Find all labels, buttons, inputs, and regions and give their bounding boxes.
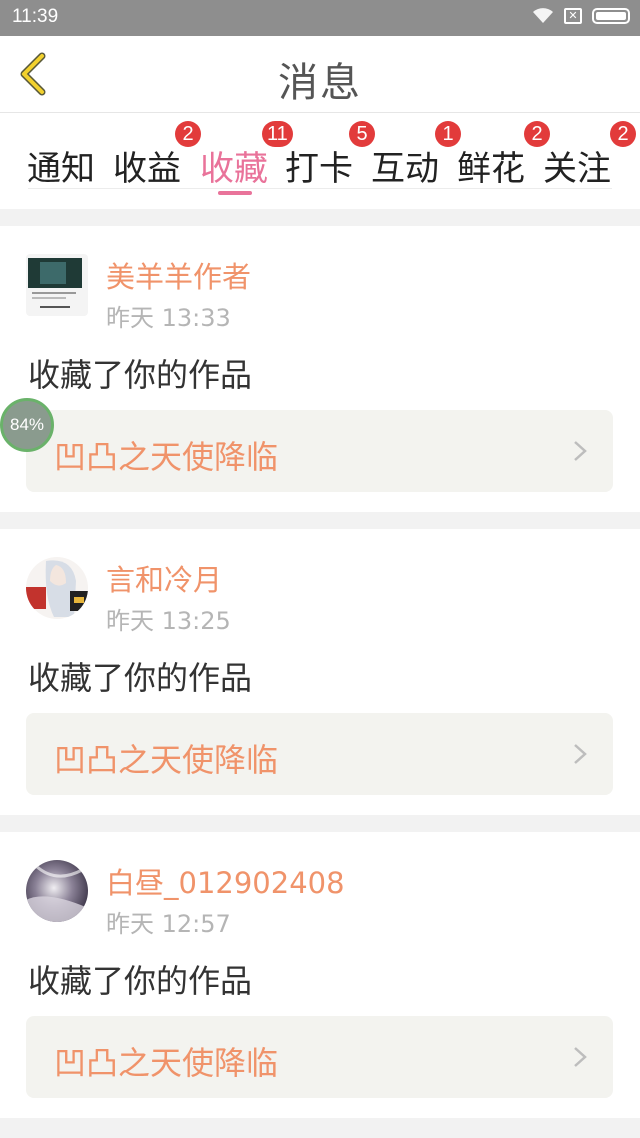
tab-label: 鲜花 [457, 149, 525, 189]
message-time: 昨天 13:25 [106, 607, 231, 635]
battery-icon [592, 8, 630, 24]
chevron-right-icon [574, 1047, 587, 1067]
work-title: 凹凸之天使降临 [54, 741, 279, 779]
tab-label: 收益 [113, 149, 181, 189]
message-card: 言和冷月 昨天 13:25 收藏了你的作品 凹凸之天使降临 [0, 529, 640, 815]
tab-badge: 2 [610, 121, 636, 147]
tab-label: 打卡 [285, 149, 353, 189]
status-time: 11:39 [12, 6, 59, 27]
message-card: 白昼_012902408 昨天 12:57 收藏了你的作品 凹凸之天使降临 [0, 832, 640, 1118]
work-title: 凹凸之天使降临 [54, 438, 279, 476]
chevron-right-icon [574, 441, 587, 461]
message-text: 收藏了你的作品 [28, 659, 253, 697]
status-bar: 11:39 ✕ [0, 0, 640, 36]
work-title: 凹凸之天使降临 [54, 1044, 279, 1082]
tab-label: 关注 [543, 149, 611, 189]
message-card: 美羊羊作者 昨天 13:33 收藏了你的作品 凹凸之天使降临 [0, 226, 640, 512]
work-link[interactable]: 凹凸之天使降临 [26, 1016, 613, 1098]
message-time: 昨天 13:33 [106, 304, 231, 332]
work-link[interactable]: 凹凸之天使降临 [26, 713, 613, 795]
tab-badge: 2 [175, 121, 201, 147]
message-text: 收藏了你的作品 [28, 962, 253, 1000]
message-time: 昨天 12:57 [106, 910, 231, 938]
tab-label: 收藏 [200, 149, 268, 189]
no-sim-icon: ✕ [564, 8, 582, 24]
top-bar: 消息 [0, 36, 640, 113]
user-avatar[interactable] [26, 860, 88, 922]
chevron-right-icon [574, 744, 587, 764]
category-tabs: 通知 收益 2 收藏 11 打卡 5 互动 1 鲜花 2 关注 2 [0, 113, 640, 209]
message-text: 收藏了你的作品 [28, 356, 253, 394]
user-name[interactable]: 白昼_012902408 [106, 860, 345, 902]
floating-speed-indicator[interactable]: 84% [0, 398, 54, 452]
user-name[interactable]: 美羊羊作者 [106, 254, 251, 296]
tab-label: 通知 [27, 149, 95, 189]
work-link[interactable]: 凹凸之天使降临 [26, 410, 613, 492]
page-title: 消息 [278, 60, 362, 106]
wifi-icon [533, 8, 553, 23]
tab-label: 互动 [371, 149, 439, 189]
user-avatar[interactable] [26, 557, 88, 619]
tabs-divider [28, 188, 612, 189]
status-icons: ✕ [532, 7, 630, 25]
active-tab-indicator [218, 191, 252, 195]
user-avatar[interactable] [26, 254, 88, 316]
user-name[interactable]: 言和冷月 [106, 557, 222, 599]
